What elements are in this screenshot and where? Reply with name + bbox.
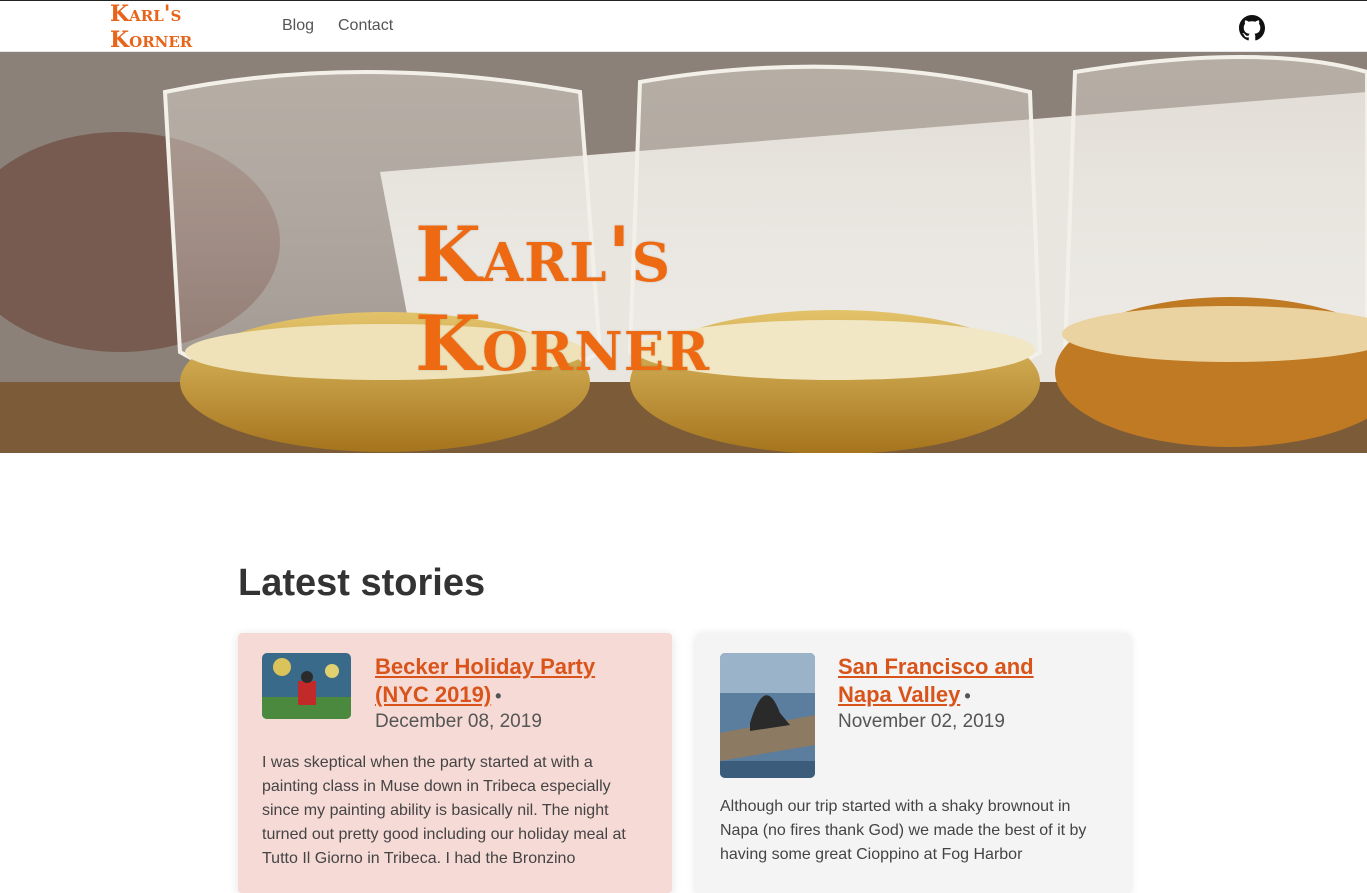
story-title-link[interactable]: San Francisco and Napa Valley • xyxy=(838,653,1088,710)
story-excerpt: Although our trip started with a shaky b… xyxy=(720,798,1087,863)
github-icon[interactable] xyxy=(1239,15,1265,41)
hero-logo-text: Karl's Korner xyxy=(415,210,711,388)
hero-banner: Karl's Korner xyxy=(0,52,1367,453)
painting-image xyxy=(262,653,351,719)
separator: • xyxy=(495,686,502,706)
story-date: December 08, 2019 xyxy=(375,711,542,732)
nav-link-contact[interactable]: Contact xyxy=(338,17,393,35)
story-title-link[interactable]: Becker Holiday Party (NYC 2019) • xyxy=(375,653,625,710)
separator: • xyxy=(964,686,971,706)
navbar: Karl's Korner Blog Contact xyxy=(0,0,1367,53)
story-card[interactable]: San Francisco and Napa Valley • November … xyxy=(696,633,1130,893)
section-title: Latest stories xyxy=(238,562,486,604)
story-date: November 02, 2019 xyxy=(838,711,1005,732)
story-thumbnail[interactable] xyxy=(720,653,815,778)
brand-logo[interactable]: Karl's Korner xyxy=(110,1,258,53)
story-excerpt: I was skeptical when the party started a… xyxy=(262,754,626,867)
story-thumbnail[interactable] xyxy=(262,653,351,719)
sea-lion-image xyxy=(720,653,815,778)
story-card[interactable]: Becker Holiday Party (NYC 2019) • Decembe… xyxy=(238,633,672,893)
nav-link-blog[interactable]: Blog xyxy=(282,17,314,35)
